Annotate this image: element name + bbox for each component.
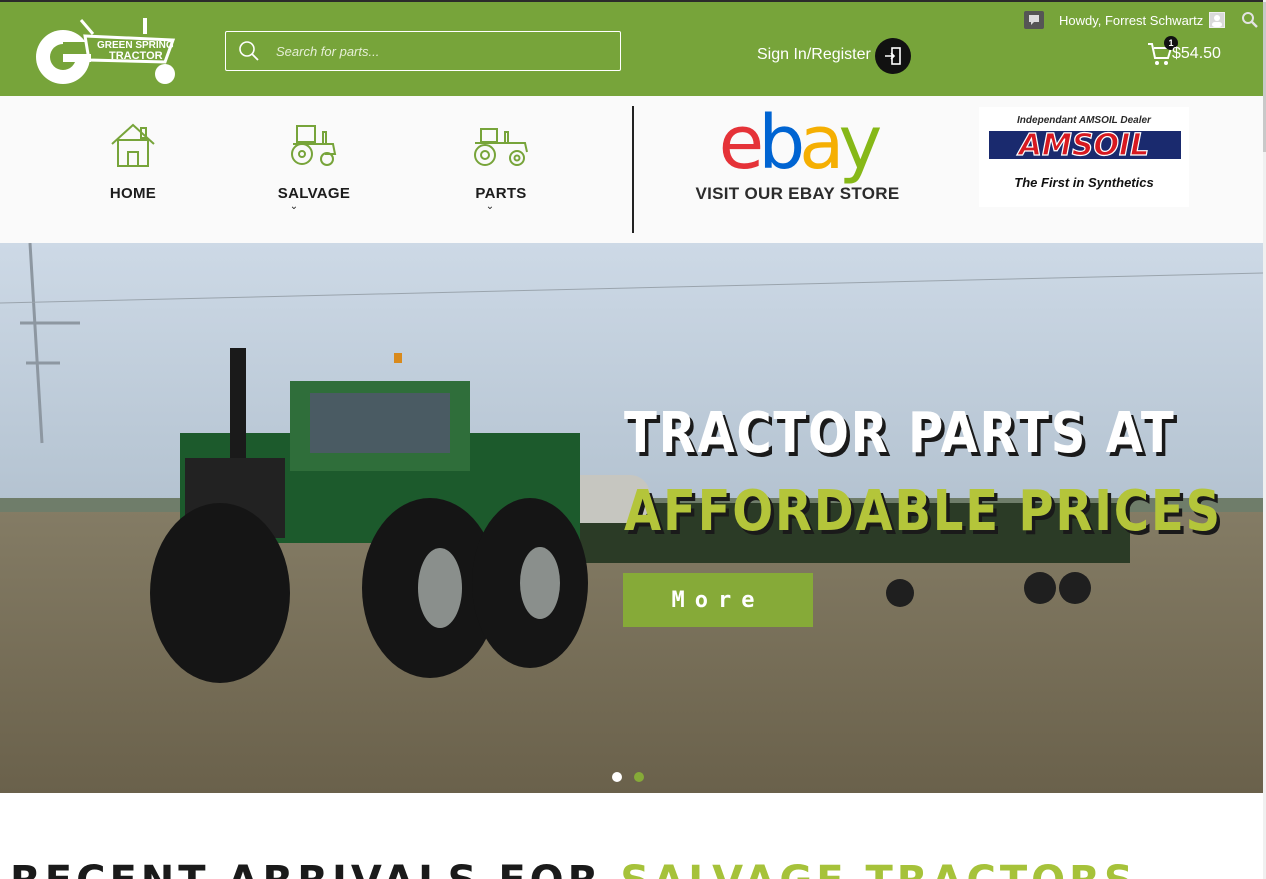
logo-text-line2: TRACTOR (109, 50, 163, 62)
sign-in-register-link[interactable]: Sign In/Register (757, 46, 871, 64)
slider-dot-1[interactable] (612, 772, 622, 782)
tractor-icon (291, 125, 337, 166)
main-navigation: HOME SALVAGE ⌄ PARTS ⌄ ebay VISIT OUR EB… (0, 96, 1263, 243)
admin-bar: Howdy, Forrest Schwartz (1024, 10, 1259, 30)
admin-greeting[interactable]: Howdy, Forrest Schwartz (1059, 13, 1203, 28)
ebay-letter-e: e (718, 100, 764, 186)
hero-headline-primary: TRACTOR PARTS AT (624, 401, 1176, 466)
nav-item-salvage[interactable]: SALVAGE ⌄ (274, 122, 354, 212)
section-title: RECENT ARRIVALS FOR SALVAGE TRACTORS (10, 858, 1137, 879)
slider-dot-2[interactable] (634, 772, 644, 782)
ebay-logo: ebay (690, 104, 905, 182)
house-icon (111, 123, 155, 167)
login-icon (885, 47, 901, 65)
nav-item-parts[interactable]: PARTS ⌄ (466, 126, 536, 212)
brand-logo[interactable]: GREEN SPRING TRACTOR (33, 12, 183, 92)
hero-headline-highlight: AFFORDABLE PRICES (624, 479, 1222, 544)
ebay-store-label: VISIT OUR EBAY STORE (695, 184, 900, 203)
site-header: GREEN SPRING TRACTOR Sign In/Register 1 … (0, 0, 1263, 96)
chevron-down-icon[interactable]: ⌄ (444, 202, 536, 212)
search-icon (239, 41, 259, 61)
comments-icon[interactable] (1024, 11, 1044, 29)
amsoil-tagline: The First in Synthetics (1014, 175, 1153, 190)
nav-divider (632, 106, 634, 233)
section-title-highlight: SALVAGE TRACTORS (620, 858, 1136, 879)
avatar[interactable] (1209, 12, 1226, 28)
search-bar[interactable] (225, 31, 621, 71)
section-title-dark: RECENT ARRIVALS FOR (10, 858, 602, 879)
page: GREEN SPRING TRACTOR Sign In/Register 1 … (0, 0, 1266, 879)
ebay-store-link[interactable]: ebay VISIT OUR EBAY STORE (690, 104, 905, 204)
ebay-letter-y: y (838, 100, 883, 186)
amsoil-name: AMSOIL (1017, 128, 1149, 163)
nav-item-home[interactable]: HOME (98, 122, 168, 202)
tractor-parts-icon (474, 128, 528, 166)
chevron-down-icon[interactable]: ⌄ (234, 202, 354, 212)
cart-total[interactable]: $54.50 (1172, 45, 1221, 63)
nav-label-home: HOME (109, 185, 157, 202)
slider-pagination (612, 772, 644, 782)
nav-label-salvage: SALVAGE (277, 185, 351, 202)
ebay-letter-a: a (799, 100, 844, 186)
sign-in-button[interactable] (875, 38, 911, 74)
amsoil-dealer-logo[interactable]: Independant AMSOIL Dealer AMSOIL The Fir… (979, 107, 1189, 207)
search-input[interactable] (276, 43, 596, 59)
hero-more-button[interactable]: More (623, 573, 813, 627)
nav-label-parts: PARTS (475, 185, 527, 202)
hero-slider: TRACTOR PARTS AT AFFORDABLE PRICES More (0, 243, 1263, 793)
amsoil-dealer-text: Independant AMSOIL Dealer (1017, 115, 1152, 126)
admin-search-icon[interactable] (1241, 11, 1259, 29)
ebay-letter-b: b (758, 100, 805, 186)
